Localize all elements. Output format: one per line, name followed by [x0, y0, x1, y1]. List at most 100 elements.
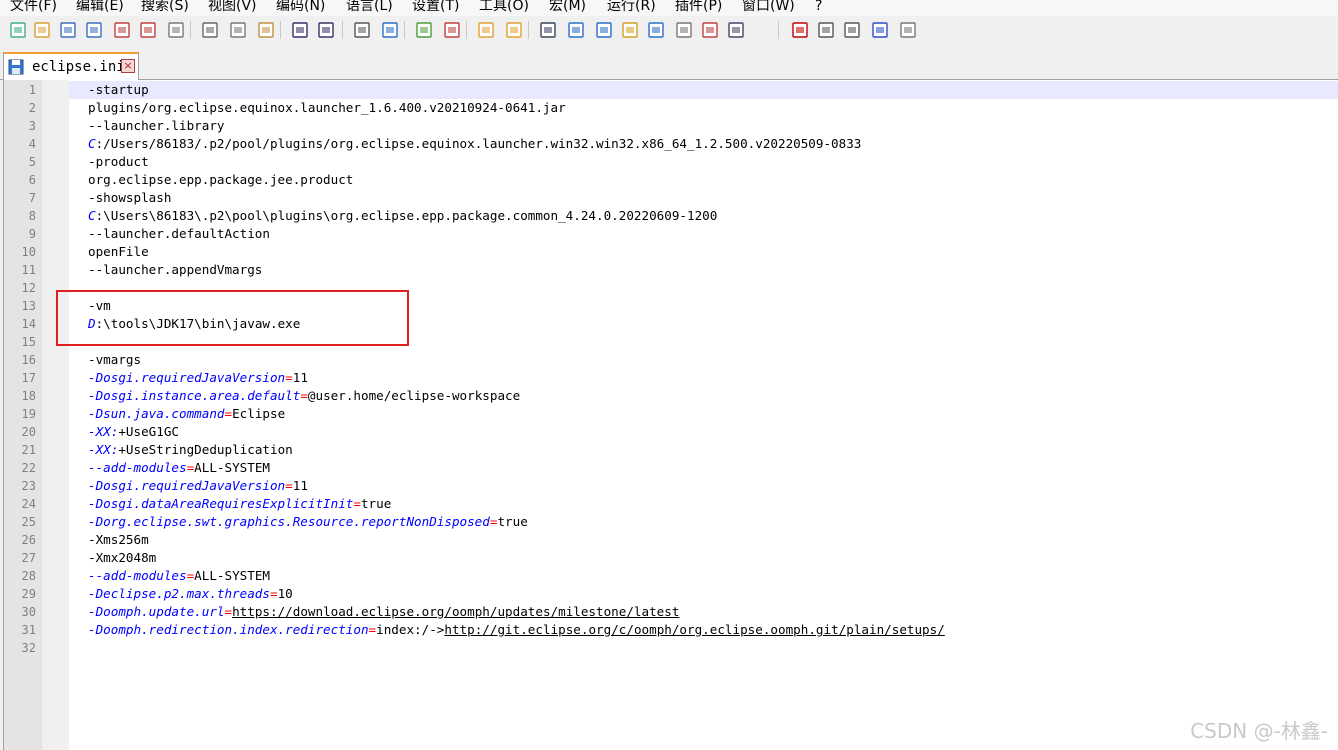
menu-item[interactable]: 语言(L): [346, 0, 393, 15]
line-number: 30: [21, 605, 36, 619]
sync-vertical-icon[interactable]: [476, 20, 496, 40]
code-line: C:\Users\86183\.p2\pool\plugins\org.ecli…: [88, 207, 717, 225]
folder-workspace-icon[interactable]: [700, 20, 720, 40]
toolbar: [0, 16, 1338, 46]
text-editor[interactable]: 1 2 3 4 5 6 7 8 9 10 11 12 13 14 15 16 17 18 19 20 21 22 23 24 2…: [3, 80, 1338, 750]
code-line: plugins/org.eclipse.equinox.launcher_1.6…: [88, 99, 566, 117]
line-number: 1: [28, 83, 36, 97]
menu-item[interactable]: 设置(T): [412, 0, 459, 15]
code-token: +UseG1GC: [118, 424, 180, 439]
code-line: -Xms256m: [88, 531, 149, 549]
save-icon[interactable]: [58, 20, 78, 40]
line-number: 29: [21, 587, 36, 601]
redo-icon[interactable]: [316, 20, 336, 40]
record-macro-icon[interactable]: [790, 20, 810, 40]
function-list-icon[interactable]: [674, 20, 694, 40]
code-token: --launcher.library: [88, 118, 225, 133]
code-token: -vmargs: [88, 352, 142, 367]
menu-item[interactable]: 编辑(E): [76, 0, 124, 15]
code-token: -Doomph.update.url: [88, 604, 225, 619]
replace-icon[interactable]: [380, 20, 400, 40]
code-token: =: [368, 622, 377, 637]
code-token: C: [88, 136, 96, 151]
menu-item[interactable]: 视图(V): [208, 0, 257, 15]
menu-item[interactable]: 运行(R): [607, 0, 656, 15]
line-number: 5: [28, 155, 36, 169]
find-icon[interactable]: [352, 20, 372, 40]
line-number: 9: [28, 227, 36, 241]
menu-item[interactable]: ?: [815, 0, 822, 15]
line-number: 24: [21, 497, 36, 511]
line-number: 19: [21, 407, 36, 421]
code-token: -Dosgi.requiredJavaVersion: [88, 478, 286, 493]
code-line: -product: [88, 153, 149, 171]
monitor-icon[interactable]: [726, 20, 746, 40]
toolbar-separator: [528, 21, 529, 39]
code-token: :\Users\86183\.p2\pool\plugins\org.eclip…: [95, 208, 718, 223]
code-url[interactable]: https://download.eclipse.org/oomph/updat…: [232, 604, 679, 619]
menu-item[interactable]: 工具(O): [479, 0, 529, 15]
toolbar-separator: [280, 21, 281, 39]
code-token: -showsplash: [88, 190, 172, 205]
code-line: -Dosgi.instance.area.default=@user.home/…: [88, 387, 520, 405]
save-all-icon[interactable]: [84, 20, 104, 40]
code-line: C:/Users/86183/.p2/pool/plugins/org.ecli…: [88, 135, 861, 153]
code-line: -showsplash: [88, 189, 171, 207]
code-line: -Dorg.eclipse.swt.graphics.Resource.repo…: [88, 513, 528, 531]
close-all-icon[interactable]: [138, 20, 158, 40]
line-number: 28: [21, 569, 36, 583]
code-line: -Doomph.redirection.index.redirection=in…: [88, 621, 945, 639]
word-wrap-icon[interactable]: [538, 20, 558, 40]
zoom-in-icon[interactable]: [414, 20, 434, 40]
toolbar-separator: [342, 21, 343, 39]
tab-close-icon[interactable]: ×: [121, 59, 135, 73]
code-token: --add-modules: [88, 568, 187, 583]
watermark: CSDN @-林鑫-: [1190, 719, 1328, 743]
line-number: 8: [28, 209, 36, 223]
menu-item[interactable]: 文件(F): [10, 0, 57, 15]
sync-horizontal-icon[interactable]: [504, 20, 524, 40]
menu-item[interactable]: 编码(N): [276, 0, 325, 15]
undo-icon[interactable]: [290, 20, 310, 40]
toolbar-separator: [404, 21, 405, 39]
menu-item[interactable]: 搜索(S): [141, 0, 189, 15]
code-line: org.eclipse.epp.package.jee.product: [88, 171, 353, 189]
code-line: -Dsun.java.command=Eclipse: [88, 405, 285, 423]
close-icon[interactable]: [112, 20, 132, 40]
code-token: -Doomph.redirection.index.redirection: [88, 622, 369, 637]
show-all-chars-icon[interactable]: [566, 20, 586, 40]
code-token: -Dsun.java.command: [88, 406, 225, 421]
open-file-icon[interactable]: [32, 20, 52, 40]
user-language-icon[interactable]: [620, 20, 640, 40]
stop-record-icon[interactable]: [816, 20, 836, 40]
run-macro-multiple-icon[interactable]: [870, 20, 890, 40]
code-token: index:/->: [376, 622, 445, 637]
code-token: plugins/org.eclipse.equinox.launcher_1.6…: [88, 100, 566, 115]
new-file-icon[interactable]: [8, 20, 28, 40]
line-number: 12: [21, 281, 36, 295]
copy-icon[interactable]: [228, 20, 248, 40]
print-icon[interactable]: [166, 20, 186, 40]
menu-item[interactable]: 窗口(W): [742, 0, 795, 15]
code-url[interactable]: http://git.eclipse.org/c/oomph/org.eclip…: [444, 622, 944, 637]
menu-item[interactable]: 插件(P): [675, 0, 722, 15]
code-token: 10: [277, 586, 293, 601]
code-token: true: [497, 514, 528, 529]
paste-icon[interactable]: [256, 20, 276, 40]
save-macro-icon[interactable]: [898, 20, 918, 40]
menu-item[interactable]: 宏(M): [549, 0, 586, 15]
indent-guide-icon[interactable]: [594, 20, 614, 40]
code-token: =: [300, 388, 308, 403]
code-line: -XX:+UseG1GC: [88, 423, 179, 441]
code-token: -Declipse.p2.max.threads: [88, 586, 270, 601]
code-token: -XX:: [88, 424, 119, 439]
zoom-out-icon[interactable]: [442, 20, 462, 40]
tab-eclipse-ini[interactable]: eclipse.ini ×: [3, 52, 139, 80]
document-map-icon[interactable]: [646, 20, 666, 40]
line-number: 32: [21, 641, 36, 655]
play-macro-icon[interactable]: [842, 20, 862, 40]
code-line: -Dosgi.requiredJavaVersion=11: [88, 369, 308, 387]
cut-icon[interactable]: [200, 20, 220, 40]
line-number: 23: [21, 479, 36, 493]
code-token: openFile: [88, 244, 149, 259]
